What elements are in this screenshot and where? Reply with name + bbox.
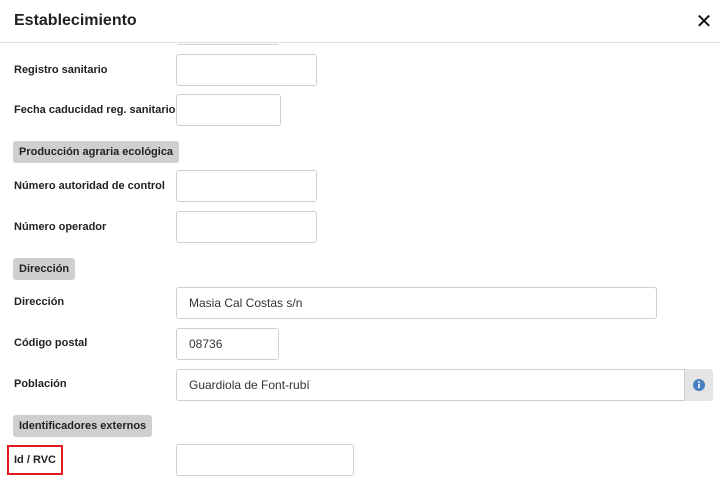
fecha-caducidad-label: Fecha caducidad reg. sanitario: [14, 104, 176, 116]
section-direccion: Dirección: [13, 258, 76, 280]
section-produccion-agraria: Producción agraria ecológica: [13, 141, 180, 163]
fecha-caducidad-input[interactable]: [176, 94, 281, 126]
id-rvc-label: Id / RVC: [14, 454, 56, 466]
scrolled-input-top[interactable]: [176, 44, 280, 45]
id-rvc-input[interactable]: [176, 444, 354, 476]
codigo-postal-label: Código postal: [14, 337, 88, 349]
info-icon: [693, 379, 705, 391]
poblacion-info-button[interactable]: [685, 369, 713, 401]
dialog-body[interactable]: Registro sanitario Fecha caducidad reg. …: [0, 44, 720, 486]
direccion-label: Dirección: [14, 296, 65, 308]
numero-autoridad-input[interactable]: [176, 170, 317, 202]
poblacion-input[interactable]: [176, 369, 685, 401]
codigo-postal-input[interactable]: [176, 328, 279, 360]
registro-sanitario-label: Registro sanitario: [14, 64, 108, 76]
dialog-header: Establecimiento ✕: [0, 0, 720, 43]
poblacion-label: Población: [14, 378, 67, 390]
numero-operador-label: Número operador: [14, 221, 107, 233]
numero-operador-input[interactable]: [176, 211, 317, 243]
registro-sanitario-input[interactable]: [176, 54, 317, 86]
section-identificadores-externos: Identificadores externos: [13, 415, 153, 437]
close-icon[interactable]: ✕: [692, 10, 716, 34]
numero-autoridad-label: Número autoridad de control: [14, 180, 165, 192]
direccion-input[interactable]: [176, 287, 657, 319]
dialog-title: Establecimiento: [14, 12, 137, 29]
